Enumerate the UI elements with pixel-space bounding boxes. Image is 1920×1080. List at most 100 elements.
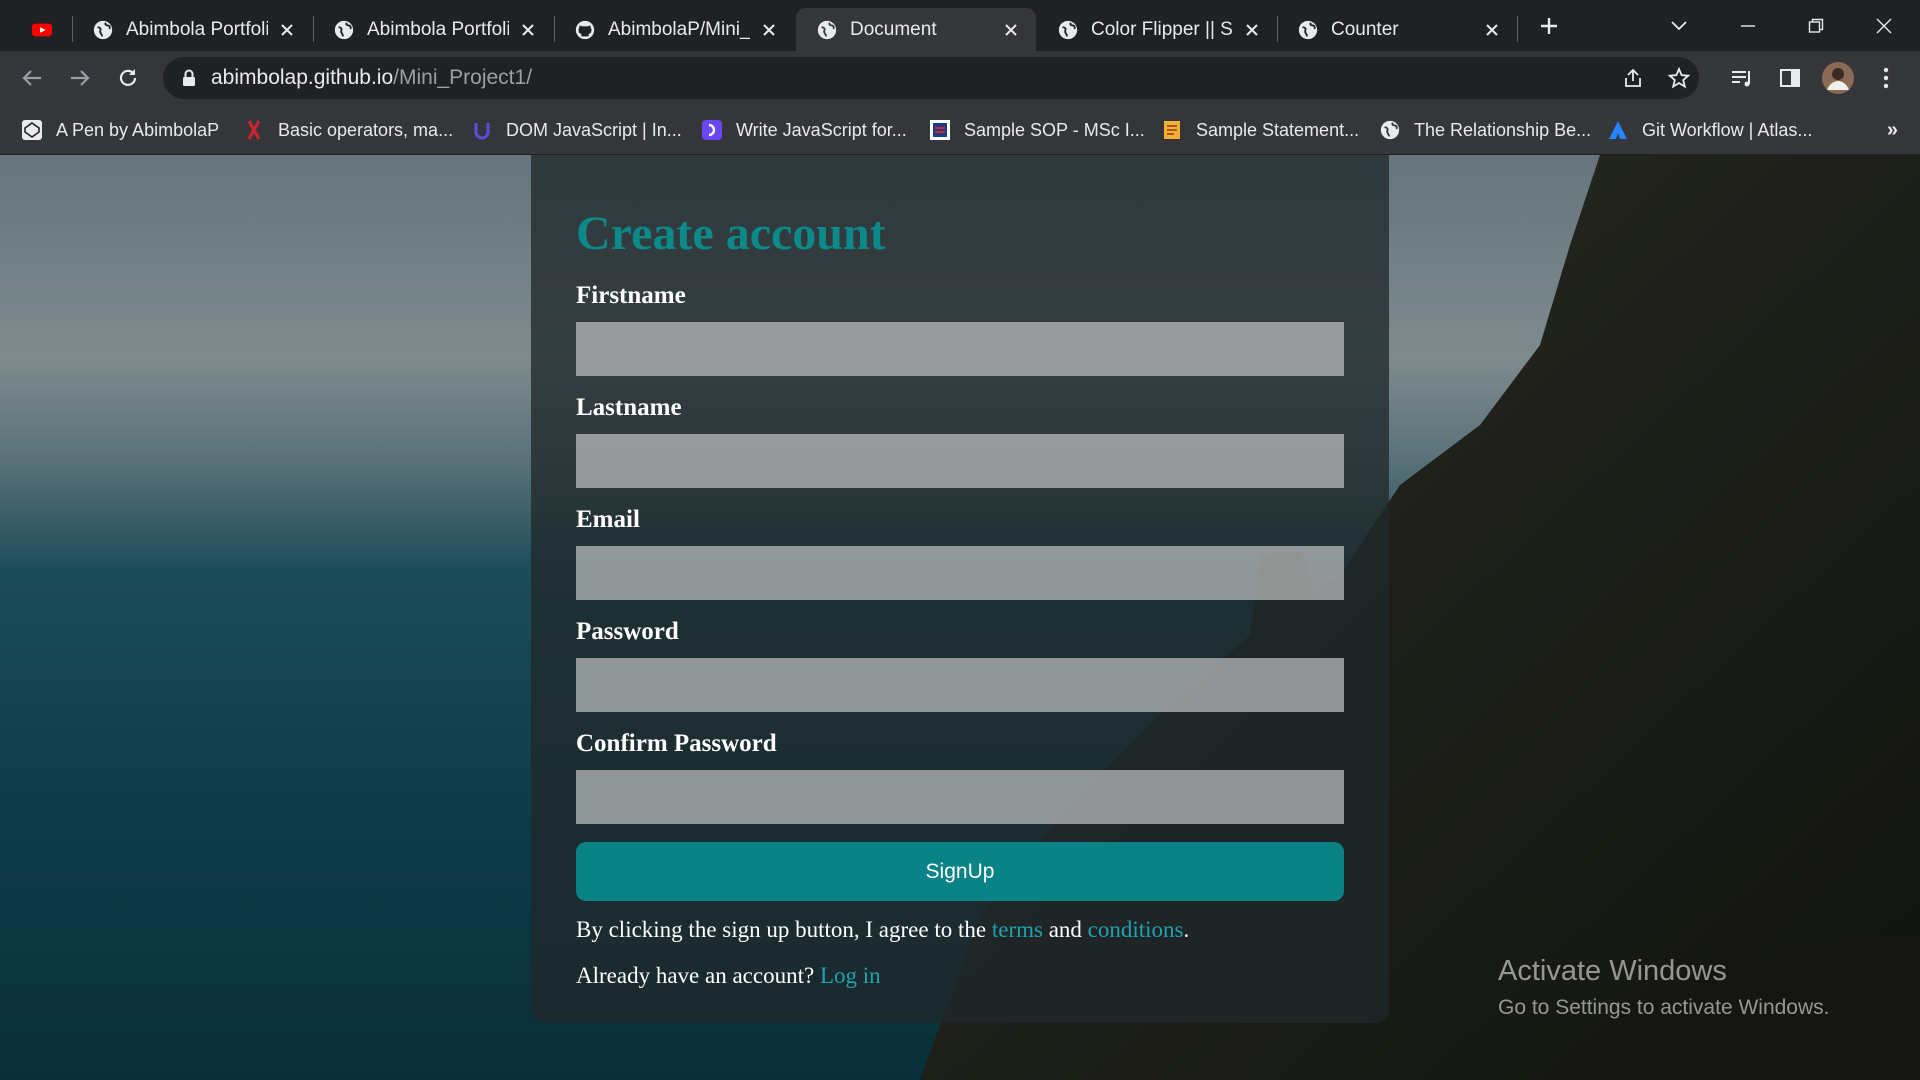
university-icon [928, 118, 952, 142]
bookmark-label: DOM JavaScript | In... [506, 119, 682, 140]
close-window-button[interactable] [1862, 8, 1906, 44]
windows-activation-watermark: Activate Windows Go to Settings to activ… [1498, 955, 1830, 1020]
url-text: abimbolap.github.io/Mini_Project1/ [211, 66, 532, 90]
close-icon[interactable] [1241, 19, 1263, 41]
reading-list-button[interactable] [1724, 60, 1760, 96]
email-input[interactable] [576, 546, 1344, 600]
confirm-password-label: Confirm Password [576, 730, 777, 757]
close-icon[interactable] [276, 19, 298, 41]
document-icon [1160, 118, 1184, 142]
terms-prefix: By clicking the sign up button, I agree … [576, 917, 992, 942]
tab-title: AbimbolaP/Mini_P [608, 18, 750, 40]
tab-github[interactable]: AbimbolaP/Mini_P [554, 8, 794, 51]
javascript-info-icon [242, 118, 266, 142]
restore-icon [1808, 18, 1824, 33]
bookmark-javascript-info[interactable]: Basic operators, ma... [242, 115, 453, 145]
bookmark-label: Sample Statement... [1196, 119, 1360, 140]
new-tab-button[interactable] [1527, 8, 1571, 44]
tab-search-button[interactable] [1657, 8, 1701, 44]
tab-color-flipper[interactable]: Color Flipper || Sim [1037, 8, 1277, 51]
close-icon[interactable] [1000, 19, 1022, 41]
tab-portfolio-1[interactable]: Abimbola Portfolio [72, 8, 312, 51]
bookmark-label: The Relationship Be... [1414, 119, 1592, 140]
tab-youtube[interactable] [20, 8, 64, 51]
avatar-icon [1822, 62, 1854, 94]
youtube-icon [31, 23, 53, 36]
browser-tab-strip: Abimbola Portfolio Abimbola Portfolio Ab… [0, 0, 1920, 51]
password-input[interactable] [576, 658, 1344, 712]
profile-avatar[interactable] [1820, 60, 1856, 96]
firstname-input[interactable] [576, 322, 1344, 376]
arrow-left-icon [22, 70, 41, 86]
bookmark-label: Write JavaScript for... [736, 119, 907, 140]
tab-title: Counter [1331, 18, 1399, 40]
bookmark-codepen[interactable]: A Pen by AbimbolaP [20, 115, 219, 145]
lock-icon[interactable] [179, 68, 199, 88]
back-button[interactable] [14, 60, 50, 96]
minimize-icon [1741, 25, 1755, 27]
globe-icon [1378, 118, 1402, 142]
bookmark-relationship[interactable]: The Relationship Be... [1378, 115, 1591, 145]
tab-portfolio-2[interactable]: Abimbola Portfolio [313, 8, 553, 51]
firstname-label: Firstname [576, 282, 686, 309]
globe-icon [1058, 20, 1078, 39]
bookmark-git-workflow[interactable]: Git Workflow | Atlas... [1606, 115, 1812, 145]
terms-link[interactable]: terms [992, 917, 1043, 942]
share-icon[interactable] [1615, 60, 1651, 96]
reload-icon [119, 69, 137, 86]
bookmark-dom-javascript[interactable]: DOM JavaScript | In... [470, 115, 682, 145]
plus-icon [1541, 18, 1557, 34]
arrow-right-icon [71, 70, 90, 86]
codepen-icon [20, 118, 44, 142]
lastname-label: Lastname [576, 394, 682, 421]
browser-toolbar: abimbolap.github.io/Mini_Project1/ [0, 51, 1920, 105]
star-icon[interactable] [1661, 60, 1697, 96]
globe-icon [93, 20, 113, 39]
bookmark-label: A Pen by AbimbolaP [56, 119, 220, 140]
bookmark-label: Basic operators, ma... [278, 119, 454, 140]
scrimba-icon [700, 118, 724, 142]
restore-button[interactable] [1794, 8, 1838, 44]
bookmark-scrimba[interactable]: Write JavaScript for... [700, 115, 907, 145]
tab-title: Abimbola Portfolio [126, 18, 268, 40]
forward-button[interactable] [62, 60, 98, 96]
tab-title: Document [850, 18, 937, 40]
bookmark-label: Git Workflow | Atlas... [1642, 119, 1813, 140]
tab-counter[interactable]: Counter [1277, 8, 1517, 51]
close-icon[interactable] [517, 19, 539, 41]
url-host: abimbolap.github.io [211, 66, 394, 89]
globe-icon [334, 20, 354, 39]
tab-title: Abimbola Portfolio [367, 18, 509, 40]
minimize-button[interactable] [1726, 8, 1770, 44]
reading-list-icon [1732, 71, 1750, 87]
menu-button[interactable] [1868, 60, 1904, 96]
side-panel-button[interactable] [1772, 60, 1808, 96]
page-viewport: Create account Firstname Lastname Email … [0, 155, 1920, 1080]
login-link[interactable]: Log in [820, 963, 881, 988]
atlassian-icon [1606, 118, 1630, 142]
confirm-password-input[interactable] [576, 770, 1344, 824]
github-icon [575, 20, 595, 39]
bookmark-sample-sop[interactable]: Sample SOP - MSc I... [928, 115, 1145, 145]
udemy-icon [470, 118, 494, 142]
login-prefix: Already have an account? [576, 963, 820, 988]
conditions-link[interactable]: conditions [1088, 917, 1184, 942]
terms-text: By clicking the sign up button, I agree … [576, 917, 1344, 943]
close-icon[interactable] [758, 19, 780, 41]
chevron-down-icon [1671, 21, 1687, 31]
globe-icon [1298, 20, 1318, 39]
address-bar[interactable]: abimbolap.github.io/Mini_Project1/ [163, 57, 1699, 99]
close-icon[interactable] [1481, 19, 1503, 41]
bookmarks-overflow-button[interactable]: » [1887, 119, 1898, 142]
signup-button[interactable]: SignUp [576, 842, 1344, 901]
login-text: Already have an account? Log in [576, 963, 1344, 989]
watermark-title: Activate Windows [1498, 955, 1727, 987]
bookmark-sample-statement[interactable]: Sample Statement... [1160, 115, 1359, 145]
tab-title: Color Flipper || Sim [1091, 18, 1233, 40]
lastname-input[interactable] [576, 434, 1344, 488]
terms-suffix: . [1183, 917, 1190, 942]
reload-button[interactable] [110, 60, 146, 96]
side-panel-icon [1780, 69, 1800, 87]
tab-document[interactable]: Document [796, 8, 1036, 51]
form-title: Create account [576, 207, 886, 260]
